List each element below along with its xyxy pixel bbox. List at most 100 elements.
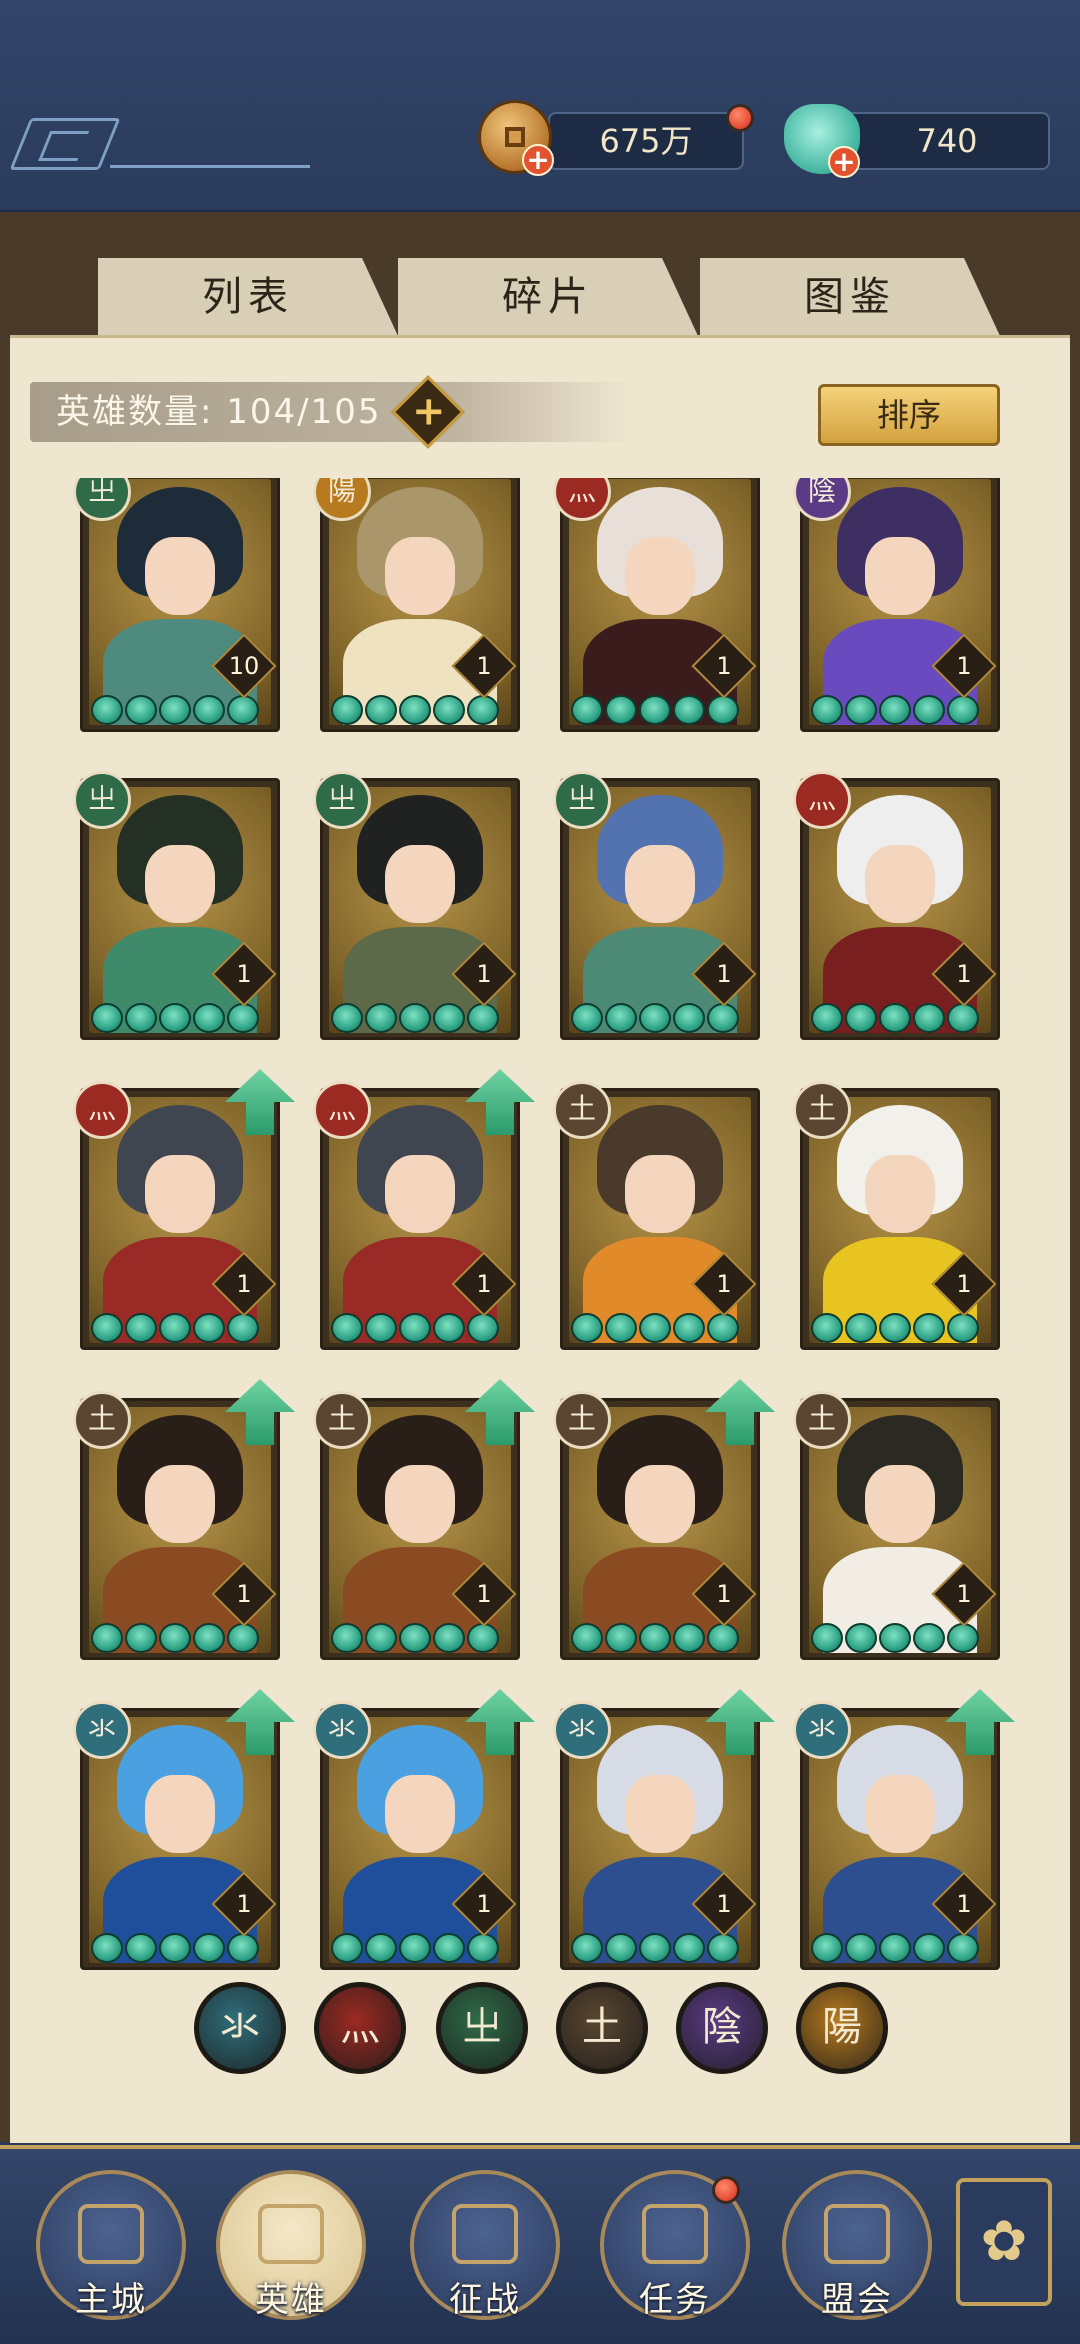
star-bead-icon [399,1313,431,1343]
hero-card[interactable]: 1灬 [793,771,1000,1040]
hero-card[interactable]: 1土 [313,1379,535,1660]
tab-list[interactable]: 列表 [98,258,398,336]
star-bead-icon [467,1313,499,1343]
star-bead-icon [947,1623,979,1653]
plus-icon: + [411,388,446,435]
star-bead-icon [879,1623,911,1653]
star-bead-icon [571,695,603,725]
star-beads [811,1313,987,1343]
star-bead-icon [331,1623,363,1653]
filter-yang-button[interactable]: 陽 [796,1982,888,2074]
star-beads [811,695,987,725]
star-bead-icon [811,695,843,725]
star-bead-icon [605,1933,637,1963]
sort-button[interactable]: 排序 [818,384,1000,446]
hero-card[interactable]: 1㞢 [313,771,520,1040]
nav-label: 任务 [639,2280,711,2320]
level-value: 1 [476,652,492,680]
star-beads [571,1313,747,1343]
coin-add-icon[interactable]: + [522,144,554,176]
star-bead-icon [365,1933,397,1963]
star-bead-icon [193,1003,225,1033]
star-bead-icon [571,1313,603,1343]
star-bead-icon [159,1313,191,1343]
star-bead-icon [845,1933,877,1963]
star-bead-icon [125,1313,157,1343]
star-bead-icon [605,1003,637,1033]
hero-card[interactable]: 1灬 [553,478,760,732]
filter-yin-button[interactable]: 陰 [676,1982,768,2074]
hero-card[interactable]: 1土 [553,1081,760,1350]
star-bead-icon [433,1933,465,1963]
palace-icon [78,2204,144,2264]
hero-card[interactable]: 1氺 [793,1689,1015,1970]
filter-wind-button[interactable]: 㞢 [436,1982,528,2074]
star-bead-icon [467,1003,499,1033]
star-bead-icon [673,695,705,725]
tab-list-label: 列表 [202,274,294,320]
jade-add-icon[interactable]: + [828,146,860,178]
hero-card[interactable]: 1灬 [313,1069,535,1350]
star-bead-icon [125,1933,157,1963]
filter-earth-button[interactable]: 土 [556,1982,648,2074]
tab-fragments[interactable]: 碎片 [398,258,698,336]
star-bead-icon [159,1623,191,1653]
star-beads [571,1003,747,1033]
hero-card[interactable]: 1氺 [313,1689,535,1970]
jade-counter: 740 [844,112,1050,170]
level-value: 1 [716,1890,732,1918]
star-bead-icon [947,1313,979,1343]
star-beads [91,1003,267,1033]
star-bead-icon [811,1003,843,1033]
level-value: 1 [236,960,252,988]
level-value: 1 [716,652,732,680]
hero-card[interactable]: 1陽 [313,478,520,732]
star-bead-icon [91,1933,123,1963]
star-beads [331,695,507,725]
star-bead-icon [811,1933,843,1963]
star-bead-icon [913,1623,945,1653]
filter-water-button[interactable]: 氺 [194,1982,286,2074]
lattice-icon: ✿ [980,2209,1028,2274]
element-fire-icon: 灬 [313,1081,371,1139]
star-bead-icon [811,1313,843,1343]
star-bead-icon [227,1623,259,1653]
star-bead-icon [433,1003,465,1033]
hero-card[interactable]: 1土 [553,1379,775,1660]
back-icon[interactable] [9,118,121,170]
star-bead-icon [639,1933,671,1963]
element-wind-icon: 㞢 [73,771,131,829]
level-value: 1 [956,652,972,680]
star-bead-icon [947,1933,979,1963]
star-bead-icon [913,1003,945,1033]
nav-label: 主城 [75,2280,147,2320]
hero-card[interactable]: 1土 [793,1391,1000,1660]
tab-codex[interactable]: 图鉴 [700,258,1000,336]
star-beads [91,1623,267,1653]
hero-card[interactable]: 1土 [73,1379,295,1660]
hero-card[interactable]: 1氺 [553,1689,775,1970]
hero-card[interactable]: 1㞢 [553,771,760,1040]
level-value: 1 [236,1580,252,1608]
star-bead-icon [331,1933,363,1963]
star-beads [331,1933,507,1963]
hero-card[interactable]: 1灬 [73,1069,295,1350]
nav-label: 英雄 [255,2280,327,2320]
level-value: 1 [956,1890,972,1918]
star-beads [91,695,267,725]
tab-codex-label: 图鉴 [804,274,896,320]
star-bead-icon [227,695,259,725]
star-bead-icon [399,1623,431,1653]
hero-card[interactable]: 1陰 [793,478,1000,732]
hero-count-text: 英雄数量: 104/105 [56,392,382,432]
hero-card[interactable]: 10 㞢 [73,478,280,732]
star-bead-icon [467,1623,499,1653]
hero-card[interactable]: 1土 [793,1081,1000,1350]
star-beads [331,1003,507,1033]
filter-fire-button[interactable]: 灬 [314,1982,406,2074]
star-bead-icon [433,1313,465,1343]
more-menu-button[interactable]: ✿ [956,2178,1052,2306]
hero-card[interactable]: 1㞢 [73,771,280,1040]
element-fire-icon: 灬 [793,771,851,829]
hero-card[interactable]: 1氺 [73,1689,295,1970]
